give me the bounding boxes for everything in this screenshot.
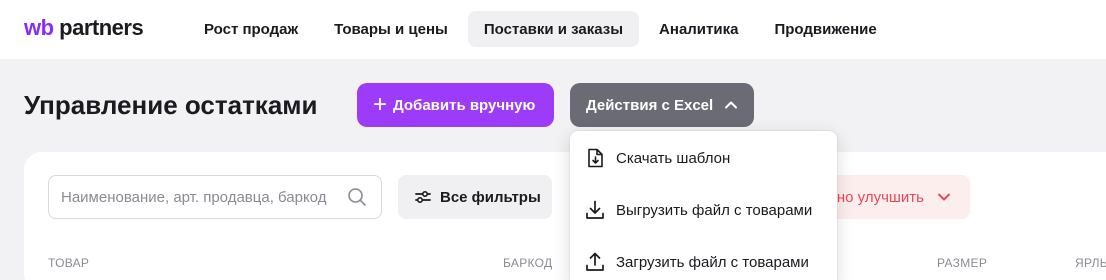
excel-actions-button[interactable]: Действия с Excel [570, 83, 754, 127]
column-header-product[interactable]: ТОВАР [48, 256, 89, 270]
nav-item-supplies-orders[interactable]: Поставки и заказы [467, 11, 640, 47]
upload-icon [586, 252, 604, 271]
wb-partners-logo[interactable]: wb partners [24, 15, 144, 41]
menu-item-label: Скачать шаблон [616, 149, 731, 167]
column-header-barcode[interactable]: БАРКОД [503, 256, 552, 270]
menu-item-label: Выгрузить файл с товарами [616, 201, 813, 219]
download-icon [586, 200, 604, 219]
improve-label: но улучшить [836, 188, 924, 206]
search-input[interactable] [61, 188, 341, 206]
nav-item-analytics[interactable]: Аналитика [643, 11, 754, 47]
filter-sliders-icon [415, 190, 431, 204]
chevron-down-icon [938, 193, 950, 201]
nav-item-promotion[interactable]: Продвижение [758, 11, 892, 47]
plus-icon: + [373, 91, 388, 118]
excel-actions-label: Действия с Excel [586, 96, 714, 114]
add-manually-button[interactable]: + Добавить вручную [357, 83, 554, 127]
search-icon[interactable] [347, 187, 367, 207]
top-bar: wb partners Рост продаж Товары и цены По… [0, 0, 1106, 59]
menu-item-upload-products[interactable]: Загрузить файл с товарами [570, 237, 837, 280]
chevron-up-icon [725, 101, 738, 109]
all-filters-label: Все фильтры [440, 188, 541, 206]
nav-item-sales-growth[interactable]: Рост продаж [188, 11, 314, 47]
file-download-icon [588, 148, 603, 168]
nav-item-products-prices[interactable]: Товары и цены [318, 11, 464, 47]
add-manually-label: Добавить вручную [393, 96, 536, 114]
column-header-size[interactable]: РАЗМЕР [937, 256, 987, 270]
excel-actions-menu: Скачать шаблон Выгрузить файл с товарами… [570, 131, 837, 280]
menu-item-download-template[interactable]: Скачать шаблон [570, 133, 837, 183]
main-nav: Рост продаж Товары и цены Поставки и зак… [188, 11, 893, 47]
menu-item-label: Загрузить файл с товарами [616, 253, 809, 271]
page-title: Управление остатками [24, 90, 318, 120]
all-filters-button[interactable]: Все фильтры [398, 175, 552, 219]
search-field[interactable] [48, 175, 382, 219]
column-header-labels[interactable]: ЯРЛЫ [1075, 256, 1106, 270]
menu-item-export-products[interactable]: Выгрузить файл с товарами [570, 185, 837, 235]
